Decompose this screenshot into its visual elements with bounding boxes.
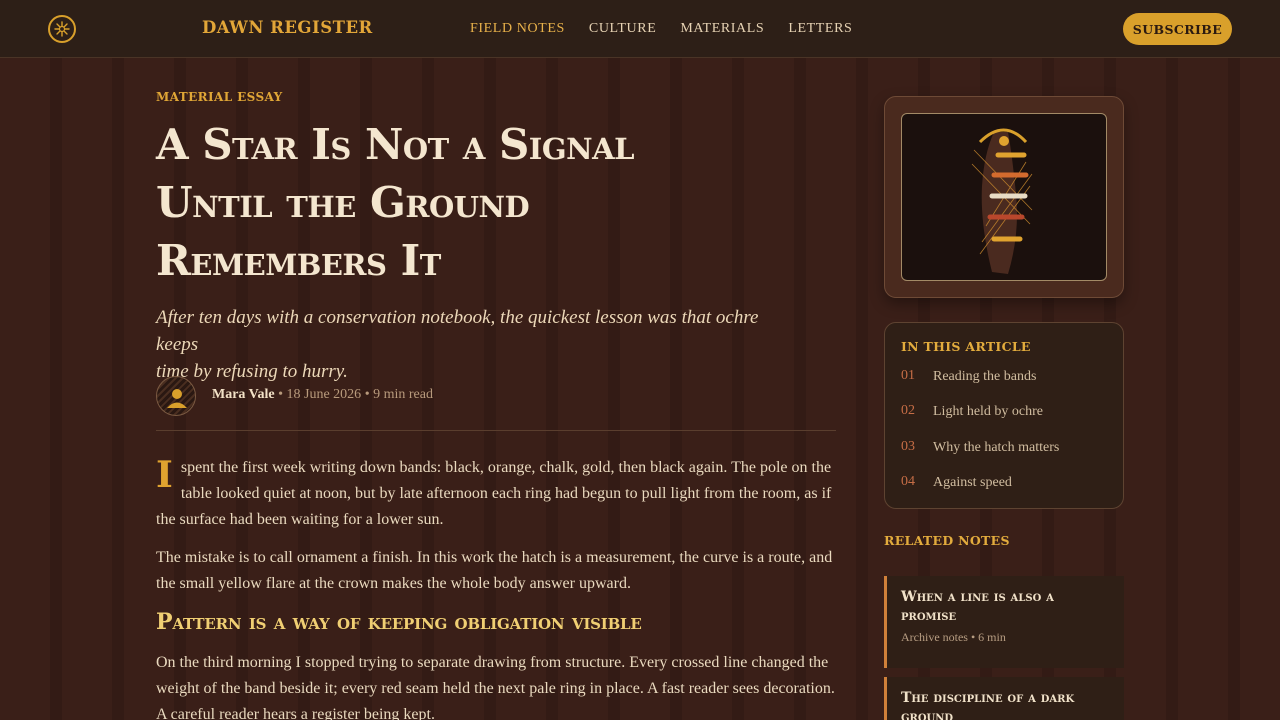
publish-date: 18 June 2026 <box>286 387 362 402</box>
meta-separator: • <box>361 387 374 402</box>
related-notes-title: RELATED NOTES <box>884 533 1010 548</box>
author-avatar[interactable] <box>156 376 196 416</box>
painted-pole-artwork <box>901 113 1107 281</box>
feature-image-card <box>884 96 1124 298</box>
paragraph-text: spent the first week writing down bands:… <box>156 459 832 528</box>
top-navigation-bar: DAWN REGISTER FIELD NOTES CULTURE MATERI… <box>0 0 1280 58</box>
author-name[interactable]: Mara Vale <box>212 387 275 402</box>
byline: Mara Vale • 18 June 2026 • 9 min read <box>156 376 836 416</box>
toc-label: Against speed <box>933 475 1012 490</box>
toc-number: 04 <box>901 474 915 489</box>
nav-materials[interactable]: MATERIALS <box>680 21 764 37</box>
byline-text: Mara Vale • 18 June 2026 • 9 min read <box>212 387 433 403</box>
article-title-line: A Star Is Not a Signal <box>156 120 635 169</box>
toc-item[interactable]: 02 Light held by ochre <box>901 403 1111 423</box>
toc-label: Reading the bands <box>933 369 1037 384</box>
body-paragraph: I spent the first week writing down band… <box>156 455 836 533</box>
byline-divider <box>156 430 836 431</box>
toc-item[interactable]: 03 Why the hatch matters <box>901 439 1111 459</box>
nav-culture[interactable]: CULTURE <box>589 21 656 37</box>
toc-number: 02 <box>901 403 915 418</box>
toc-title: IN THIS ARTICLE <box>901 339 1031 354</box>
read-time: 9 min read <box>373 387 433 402</box>
article-title-line: Remembers It <box>156 236 441 285</box>
meta-separator: • <box>274 387 287 402</box>
section-heading: Pattern is a way of keeping obligation v… <box>156 609 642 635</box>
related-note-meta: Archive notes • 6 min <box>901 630 1006 644</box>
article-dek: After ten days with a conservation noteb… <box>156 304 776 385</box>
table-of-contents: IN THIS ARTICLE 01 Reading the bands 02 … <box>884 322 1124 509</box>
nav-letters[interactable]: LETTERS <box>788 21 852 37</box>
drop-cap: I <box>156 454 173 496</box>
toc-number: 03 <box>901 439 915 454</box>
related-note-card[interactable]: When a line is also a promise Archive no… <box>884 576 1124 668</box>
body-paragraph: The mistake is to call ornament a finish… <box>156 549 833 592</box>
article-title-line: Until the Ground <box>156 178 530 227</box>
related-note-title: The discipline of a dark ground <box>901 690 1075 720</box>
sun-star-icon[interactable] <box>48 15 76 43</box>
brand-name[interactable]: DAWN REGISTER <box>202 18 373 37</box>
related-note-title: When a line is also a promise <box>901 589 1054 624</box>
toc-item[interactable]: 04 Against speed <box>901 474 1111 494</box>
subscribe-button[interactable]: SUBSCRIBE <box>1123 13 1232 45</box>
toc-item[interactable]: 01 Reading the bands <box>901 368 1111 388</box>
body-paragraph: On the third morning I stopped trying to… <box>156 654 835 720</box>
toc-label: Light held by ochre <box>933 404 1044 419</box>
nav-field-notes[interactable]: FIELD NOTES <box>470 21 565 37</box>
article-title: A Star Is Not a Signal Until the Ground … <box>156 116 796 290</box>
toc-number: 01 <box>901 368 915 383</box>
related-note-card[interactable]: The discipline of a dark ground <box>884 677 1124 720</box>
dek-line: After ten days with a conservation noteb… <box>156 307 759 355</box>
main-nav: FIELD NOTES CULTURE MATERIALS LETTERS <box>470 21 876 37</box>
toc-label: Why the hatch matters <box>933 440 1060 455</box>
article-kicker: MATERIAL ESSAY <box>156 90 283 104</box>
